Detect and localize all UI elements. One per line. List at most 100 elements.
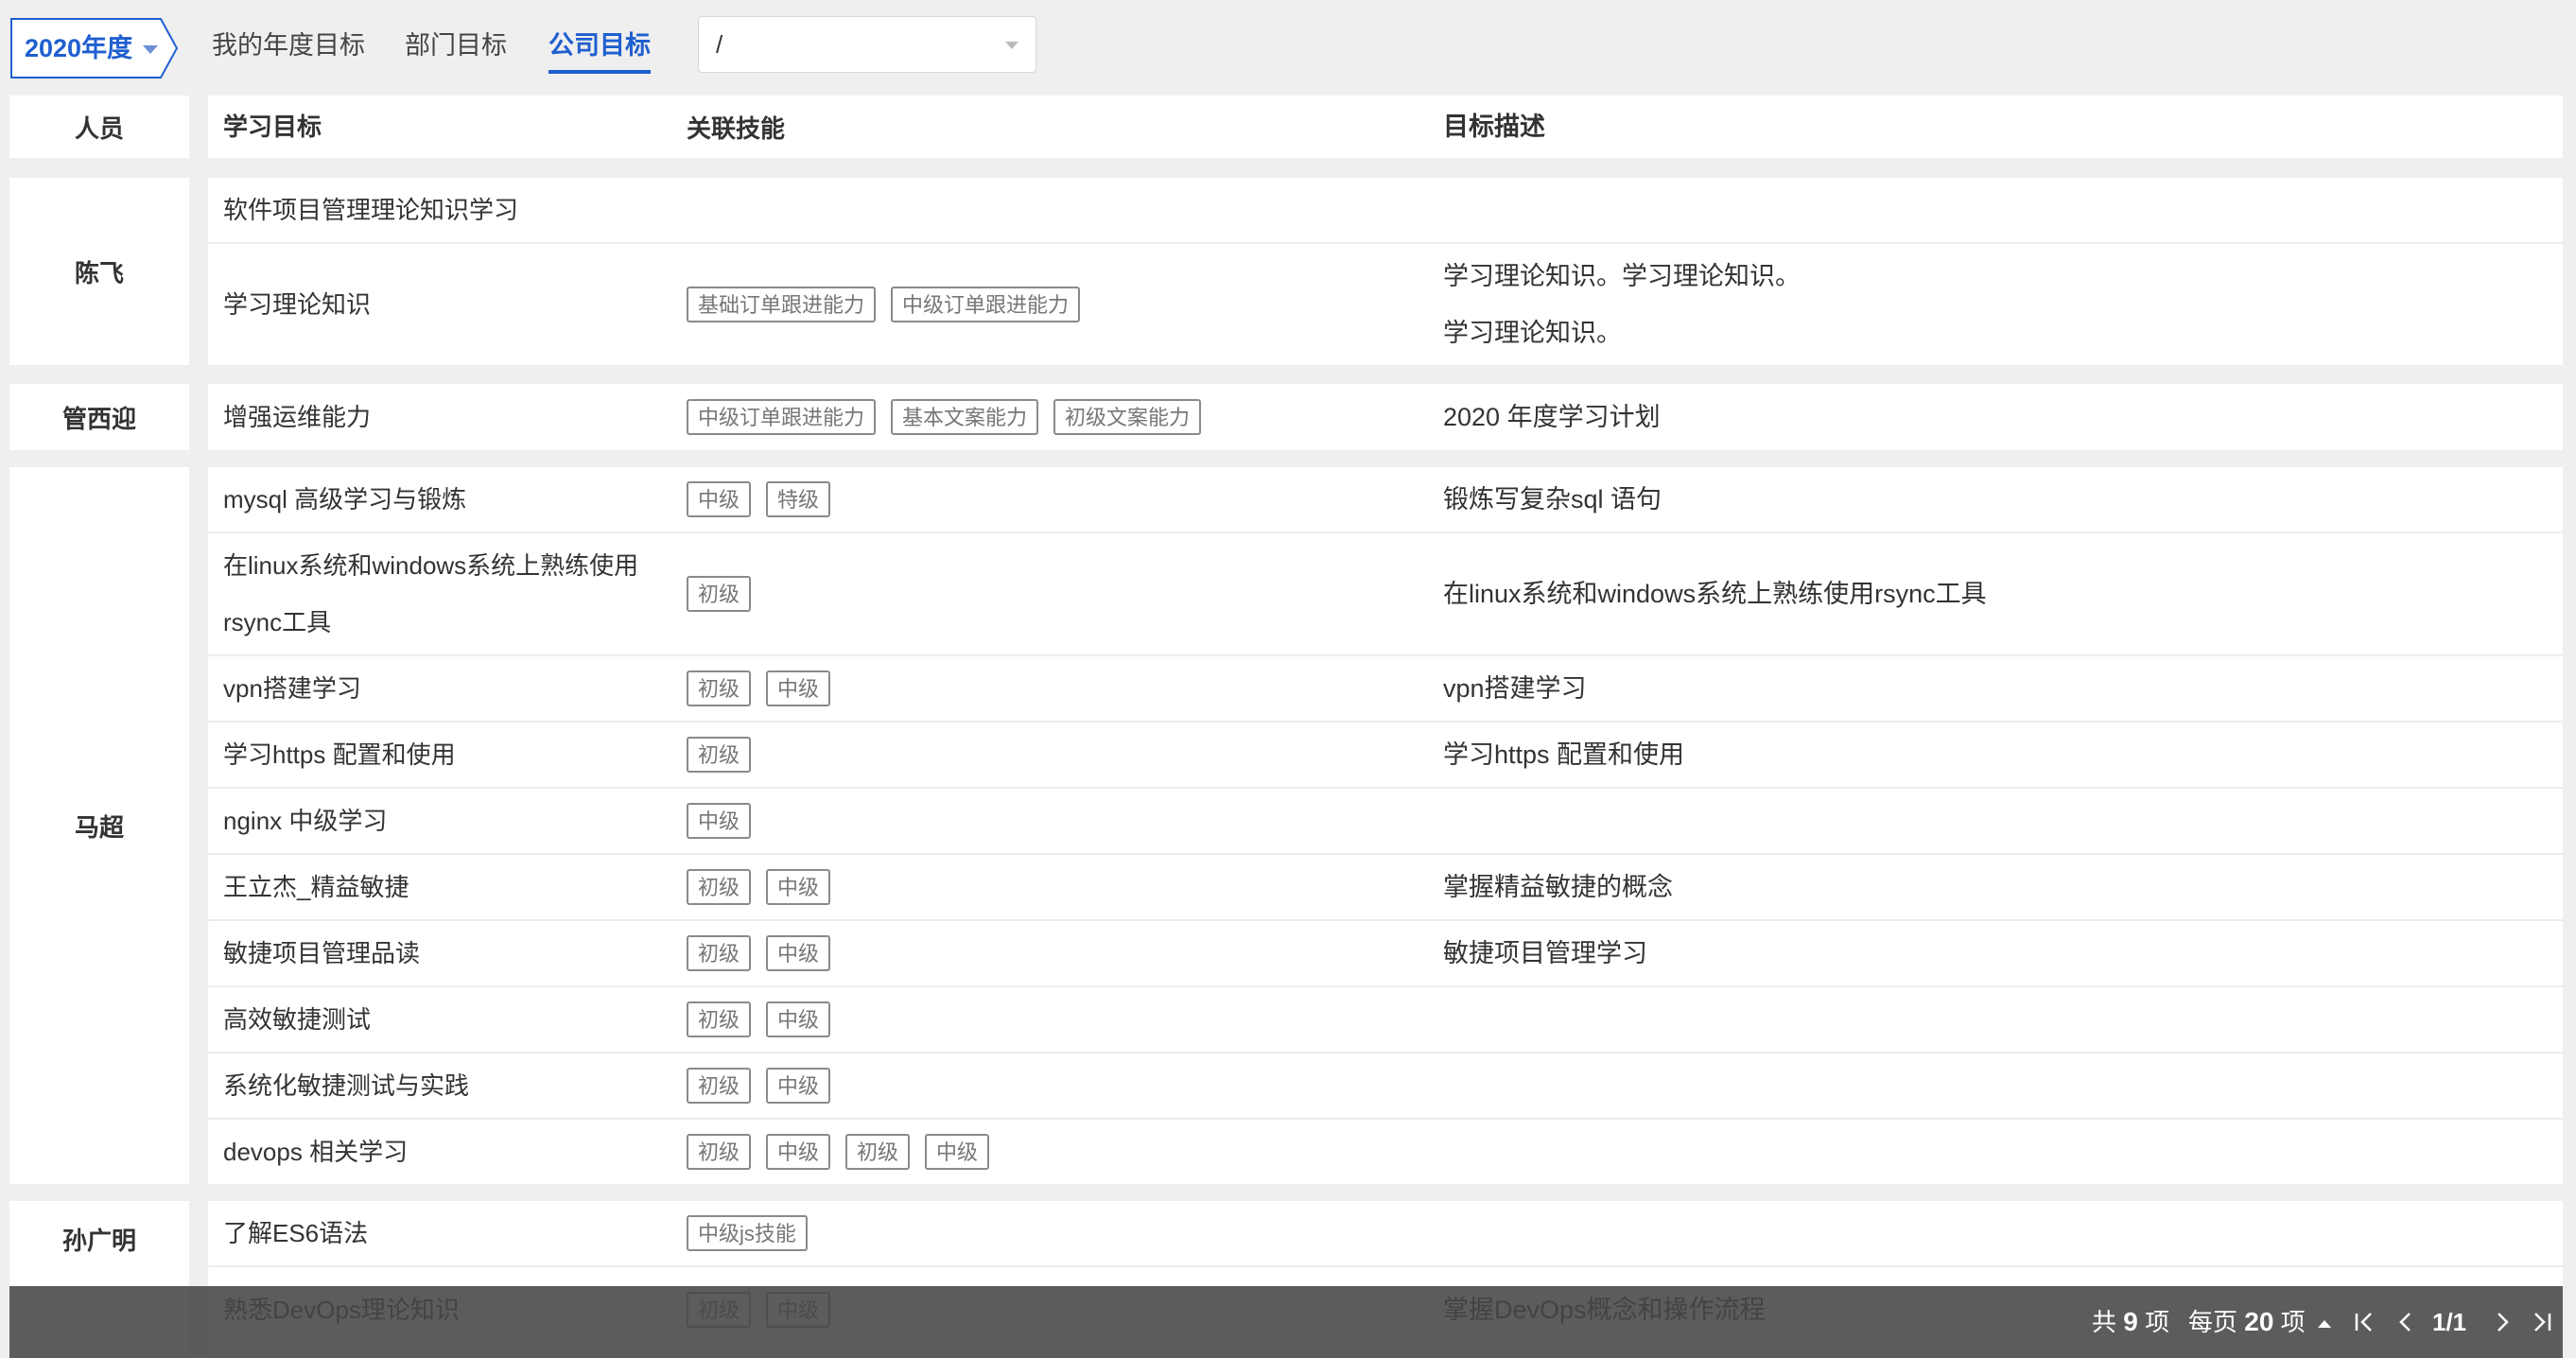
goal-text: 学习理论知识 <box>223 290 372 319</box>
top-bar: 2020年度 我的年度目标 部门目标 公司目标 / <box>0 0 2576 95</box>
description-line: 学习理论知识。学习理论知识。 <box>1443 262 1801 290</box>
skill-tag: 初级 <box>687 737 752 773</box>
per-page-number: 20 <box>2244 1307 2274 1336</box>
person-group: 软件项目管理理论知识学习 学习理论知识 基础订单跟进能力 中级订单跟进能力 学习… <box>208 178 2563 365</box>
table-row[interactable]: 学习https 配置和使用 初级 学习https 配置和使用 <box>208 723 2563 789</box>
chevron-down-icon <box>143 45 158 54</box>
skill-tag: 初级 <box>687 1001 752 1037</box>
goal-text: 敏捷项目管理品读 <box>223 939 421 967</box>
skill-tag: 中级 <box>687 481 752 517</box>
goal-text: mysql 高级学习与锻炼 <box>223 485 467 514</box>
page-indicator: 1/1 <box>2432 1308 2467 1336</box>
person-name: 马超 <box>9 467 189 1184</box>
goal-text: 学习https 配置和使用 <box>223 740 456 769</box>
goal-line: rsync工具 <box>223 608 332 636</box>
table-row[interactable]: mysql 高级学习与锻炼 中级 特级 锻炼写复杂sql 语句 <box>208 467 2563 533</box>
total-count: 共 9 项 <box>2092 1286 2169 1358</box>
skills-cell: 初级 中级 初级 中级 <box>687 1120 1424 1184</box>
skills-cell: 中级 <box>687 789 1424 853</box>
header-person: 人员 <box>9 96 189 158</box>
goal-text: 了解ES6语法 <box>223 1219 369 1247</box>
chevron-down-icon <box>1005 42 1018 49</box>
header-goal: 学习目标 <box>223 113 322 141</box>
table-row[interactable]: devops 相关学习 初级 中级 初级 中级 <box>208 1120 2563 1184</box>
description-cell <box>1443 1201 2540 1265</box>
goal-text: 软件项目管理理论知识学习 <box>223 196 519 224</box>
first-page-icon[interactable] <box>2351 1309 2377 1335</box>
goal-text: nginx 中级学习 <box>223 807 388 835</box>
department-select[interactable]: / <box>698 16 1036 73</box>
skill-tag: 初级 <box>687 576 752 612</box>
skills-cell: 初级 <box>687 533 1424 654</box>
tab-my-annual-goals[interactable]: 我的年度目标 <box>212 19 365 72</box>
skill-tag: 初级 <box>687 1068 752 1104</box>
description-cell: 2020 年度学习计划 <box>1443 403 1661 431</box>
skill-tag: 中级 <box>766 1001 831 1037</box>
table-row[interactable]: 王立杰_精益敏捷 初级 中级 掌握精益敏捷的概念 <box>208 855 2563 921</box>
skill-tag: 初级文案能力 <box>1053 399 1202 435</box>
skills-cell: 初级 中级 <box>687 855 1424 919</box>
skill-tag: 初级 <box>687 1134 752 1170</box>
description-cell <box>1443 789 2540 853</box>
page-size-selector[interactable]: 每页 20 项 <box>2188 1286 2331 1358</box>
description-cell: 敏捷项目管理学习 <box>1443 939 1647 967</box>
table-row[interactable]: 增强运维能力 中级订单跟进能力 基本文案能力 初级文案能力 2020 年度学习计… <box>208 384 2563 450</box>
table-row[interactable]: 在linux系统和windows系统上熟练使用 rsync工具 初级 在linu… <box>208 533 2563 656</box>
tab-department-goals[interactable]: 部门目标 <box>405 19 507 72</box>
table-row[interactable]: nginx 中级学习 中级 <box>208 789 2563 855</box>
per-page-prefix: 每页 <box>2188 1308 2238 1336</box>
goal-text: 系统化敏捷测试与实践 <box>223 1071 470 1100</box>
pagination-bar: 共 9 项 每页 20 项 1/1 <box>9 1286 2563 1358</box>
skill-tag: 中级js技能 <box>687 1215 808 1251</box>
table-row[interactable]: 学习理论知识 基础订单跟进能力 中级订单跟进能力 学习理论知识。学习理论知识。 … <box>208 244 2563 365</box>
total-prefix: 共 <box>2092 1308 2117 1336</box>
skill-tag: 特级 <box>766 481 831 517</box>
next-page-icon[interactable] <box>2489 1309 2515 1335</box>
table-row[interactable]: 高效敏捷测试 初级 中级 <box>208 987 2563 1053</box>
skills-cell: 基础订单跟进能力 中级订单跟进能力 <box>687 244 1424 365</box>
skill-tag: 中级订单跟进能力 <box>687 399 877 435</box>
table-row[interactable]: vpn搭建学习 初级 中级 vpn搭建学习 <box>208 656 2563 723</box>
goal-text: 增强运维能力 <box>223 403 372 431</box>
person-name: 陈飞 <box>9 178 189 365</box>
table-row[interactable]: 了解ES6语法 中级js技能 <box>208 1201 2563 1267</box>
description-cell: 在linux系统和windows系统上熟练使用rsync工具 <box>1443 580 1987 608</box>
description-line: 学习理论知识。 <box>1443 319 1622 347</box>
skill-tag: 中级 <box>766 935 831 971</box>
description-cell <box>1443 1120 2540 1184</box>
skill-tag: 基础订单跟进能力 <box>687 287 877 322</box>
skill-tag: 中级 <box>766 670 831 706</box>
goal-text: 在linux系统和windows系统上熟练使用 rsync工具 <box>223 533 668 654</box>
description-cell: 学习https 配置和使用 <box>1443 740 1685 769</box>
per-page-suffix: 项 <box>2280 1308 2306 1336</box>
table-row[interactable]: 系统化敏捷测试与实践 初级 中级 <box>208 1053 2563 1120</box>
person-group: 增强运维能力 中级订单跟进能力 基本文案能力 初级文案能力 2020 年度学习计… <box>208 384 2563 450</box>
skills-cell: 中级订单跟进能力 基本文案能力 初级文案能力 <box>687 384 1424 450</box>
table-header: 学习目标 关联技能 目标描述 <box>208 96 2563 158</box>
person-group: mysql 高级学习与锻炼 中级 特级 锻炼写复杂sql 语句 在linux系统… <box>208 467 2563 1184</box>
skill-tag: 中级 <box>766 1068 831 1104</box>
total-number: 9 <box>2123 1307 2138 1336</box>
header-row: 学习目标 关联技能 目标描述 <box>208 96 2563 158</box>
tab-company-goals[interactable]: 公司目标 <box>548 19 651 74</box>
total-suffix: 项 <box>2145 1308 2170 1336</box>
skills-cell: 初级 中级 <box>687 987 1424 1052</box>
goal-text: 高效敏捷测试 <box>223 1005 372 1034</box>
skill-tag: 初级 <box>687 670 752 706</box>
table-row[interactable]: 敏捷项目管理品读 初级 中级 敏捷项目管理学习 <box>208 921 2563 987</box>
description-cell: 学习理论知识。学习理论知识。 学习理论知识。 <box>1443 244 2540 365</box>
year-selector[interactable]: 2020年度 <box>9 17 180 79</box>
person-name: 管西迎 <box>9 384 189 450</box>
header-description: 目标描述 <box>1443 113 1545 141</box>
skill-tag: 初级 <box>845 1134 911 1170</box>
last-page-icon[interactable] <box>2529 1309 2555 1335</box>
prev-page-icon[interactable] <box>2393 1309 2419 1335</box>
table-row[interactable]: 软件项目管理理论知识学习 <box>208 178 2563 244</box>
header-skills: 关联技能 <box>687 113 786 143</box>
description-cell: 掌握精益敏捷的概念 <box>1443 873 1673 901</box>
year-label: 2020年度 <box>25 34 133 62</box>
skills-cell: 初级 中级 <box>687 1053 1424 1118</box>
description-cell: 锻炼写复杂sql 语句 <box>1443 485 1662 514</box>
skill-tag: 中级订单跟进能力 <box>891 287 1081 322</box>
goal-text: devops 相关学习 <box>223 1138 409 1166</box>
